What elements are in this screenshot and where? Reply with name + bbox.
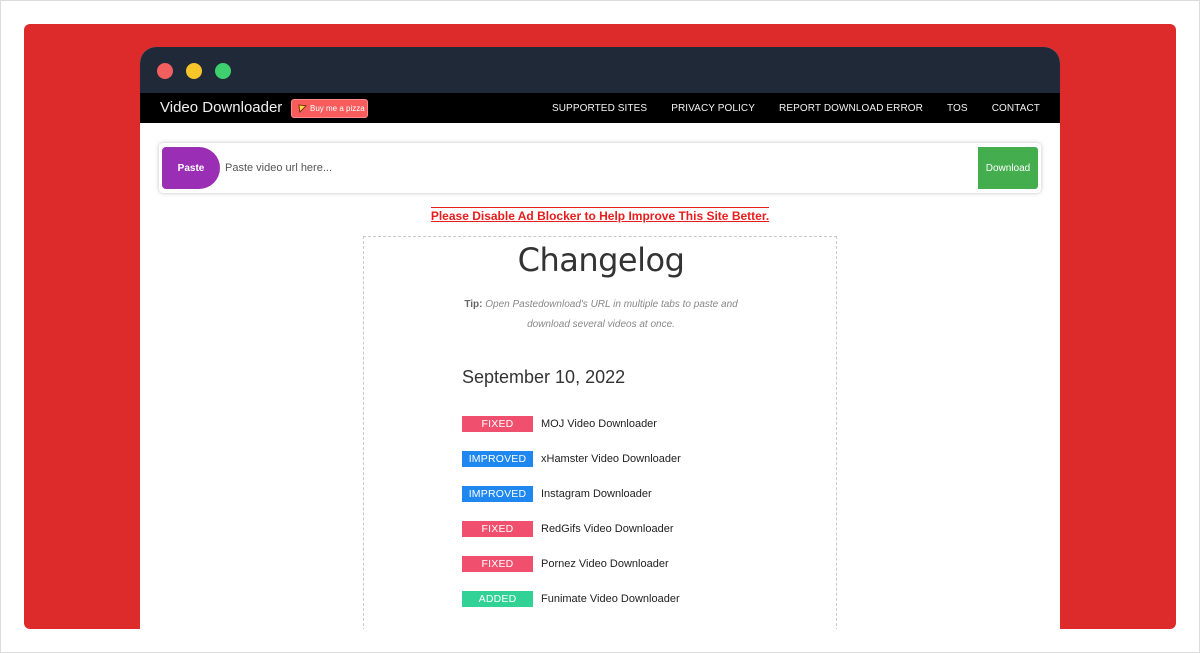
paste-button[interactable]: Paste bbox=[162, 147, 220, 189]
badge-fixed: FIXED bbox=[462, 555, 533, 572]
nav-link-contact[interactable]: CONTACT bbox=[992, 103, 1040, 114]
adblock-notice: Please Disable Ad Blocker to Help Improv… bbox=[140, 207, 1060, 223]
window-titlebar bbox=[140, 47, 1060, 93]
entry-text: Instagram Downloader bbox=[541, 487, 652, 500]
badge-improved: IMPROVED bbox=[462, 450, 533, 467]
tip-label: Tip: bbox=[464, 299, 483, 310]
nav-link-report-download-error[interactable]: REPORT DOWNLOAD ERROR bbox=[779, 103, 923, 114]
nav-links: SUPPORTED SITES PRIVACY POLICY REPORT DO… bbox=[552, 93, 1040, 123]
badge-fixed: FIXED bbox=[462, 415, 533, 432]
maximize-window-button[interactable] bbox=[215, 63, 231, 79]
entry-text: Pornez Video Downloader bbox=[541, 557, 669, 570]
badge-improved: IMPROVED bbox=[462, 485, 533, 502]
changelog-date: September 10, 2022 bbox=[462, 367, 626, 387]
changelog-entry: IMPROVED xHamster Video Downloader bbox=[462, 441, 681, 476]
download-button[interactable]: Download bbox=[978, 147, 1038, 189]
nav-link-privacy-policy[interactable]: PRIVACY POLICY bbox=[671, 103, 755, 114]
changelog-panel: Changelog Tip: Open Pastedownload's URL … bbox=[363, 236, 837, 629]
entry-text: Funimate Video Downloader bbox=[541, 592, 680, 605]
adblock-notice-link[interactable]: Please Disable Ad Blocker to Help Improv… bbox=[430, 207, 770, 223]
pizza-icon bbox=[298, 104, 307, 113]
minimize-window-button[interactable] bbox=[186, 63, 202, 79]
nav-link-supported-sites[interactable]: SUPPORTED SITES bbox=[552, 103, 647, 114]
badge-fixed: FIXED bbox=[462, 520, 533, 537]
video-url-input[interactable] bbox=[225, 153, 965, 183]
changelog-entry: FIXED Pornez Video Downloader bbox=[462, 546, 681, 581]
close-window-button[interactable] bbox=[157, 63, 173, 79]
browser-window: Video Downloader Buy me a pizza SUPPORTE… bbox=[140, 47, 1060, 629]
nav-link-tos[interactable]: TOS bbox=[947, 103, 968, 114]
entry-text: RedGifs Video Downloader bbox=[541, 522, 674, 535]
buy-me-a-pizza-button[interactable]: Buy me a pizza bbox=[291, 99, 368, 118]
changelog-entry: ADDED Funimate Video Downloader bbox=[462, 581, 681, 616]
entry-text: xHamster Video Downloader bbox=[541, 452, 681, 465]
changelog-title: Changelog bbox=[517, 241, 685, 279]
tip-text: Tip: Open Pastedownload's URL in multipl… bbox=[454, 295, 748, 335]
pizza-label: Buy me a pizza bbox=[310, 104, 365, 113]
changelog-entry: IMPROVED Instagram Downloader bbox=[462, 476, 681, 511]
entry-text: MOJ Video Downloader bbox=[541, 417, 657, 430]
tip-body: Open Pastedownload's URL in multiple tab… bbox=[485, 299, 738, 330]
changelog-entry: FIXED RedGifs Video Downloader bbox=[462, 511, 681, 546]
changelog-entry: FIXED MOJ Video Downloader bbox=[462, 406, 681, 441]
badge-added: ADDED bbox=[462, 590, 533, 607]
site-navbar: Video Downloader Buy me a pizza SUPPORTE… bbox=[140, 93, 1060, 123]
site-brand-link[interactable]: Video Downloader bbox=[160, 99, 282, 116]
url-search-bar: Paste Download bbox=[159, 143, 1041, 193]
changelog-entries: FIXED MOJ Video Downloader IMPROVED xHam… bbox=[462, 406, 681, 616]
